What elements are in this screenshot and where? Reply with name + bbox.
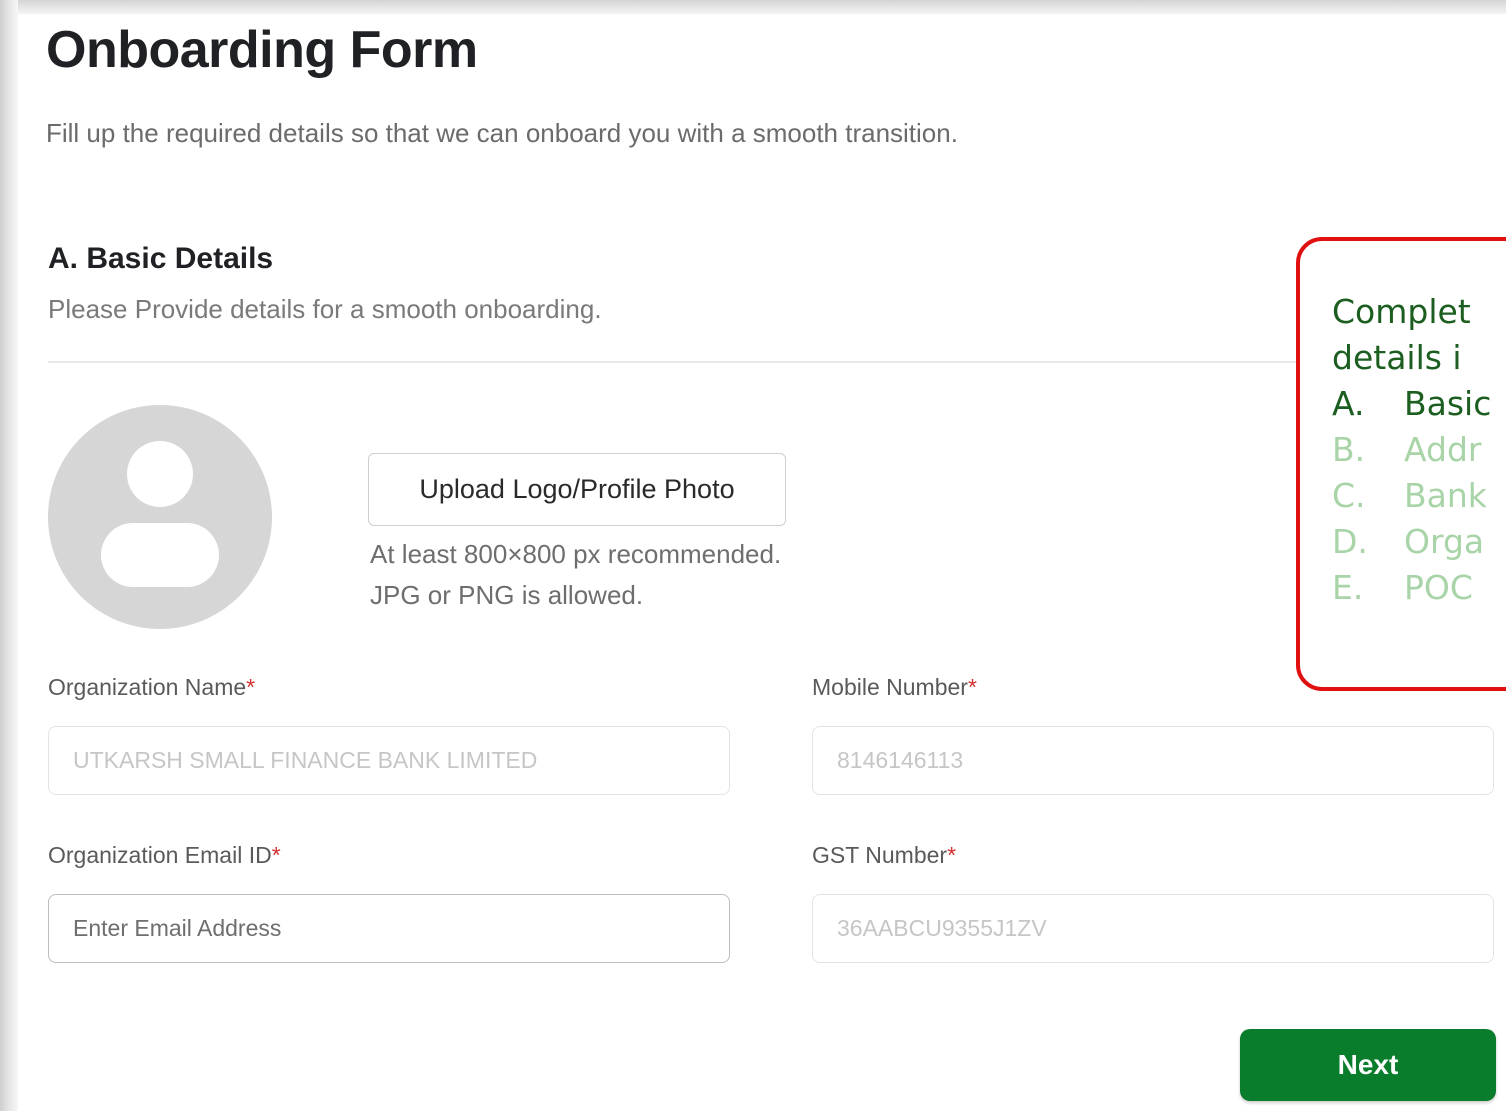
org-email-input[interactable] <box>48 894 730 963</box>
required-marker: * <box>967 674 977 700</box>
step-item-organization: D. Orga <box>1332 519 1506 565</box>
section-divider <box>48 361 1348 363</box>
step-letter: E. <box>1332 568 1364 607</box>
org-email-label: Organization Email ID* <box>48 842 281 869</box>
upload-format-hint: JPG or PNG is allowed. <box>370 580 644 610</box>
required-marker: * <box>246 674 256 700</box>
step-text: Bank <box>1404 476 1487 515</box>
required-marker: * <box>947 842 957 868</box>
org-name-label: Organization Name* <box>48 674 255 701</box>
required-marker: * <box>271 842 281 868</box>
upload-size-hint: At least 800×800 px recommended. <box>370 539 782 569</box>
gst-number-input[interactable] <box>812 894 1494 963</box>
onboarding-form-page: Onboarding Form Fill up the required det… <box>18 14 1506 1111</box>
org-name-input[interactable] <box>48 726 730 795</box>
gst-number-label-text: GST Number <box>812 842 948 868</box>
step-text: POC <box>1404 568 1473 607</box>
step-item-poc: E. POC <box>1332 565 1506 611</box>
step-item-basic: A. Basic <box>1332 381 1506 427</box>
steps-callout: Complet details i A. Basic B. Addr C. Bank … <box>1296 237 1506 691</box>
mobile-number-label: Mobile Number* <box>812 674 977 701</box>
step-letter: C. <box>1332 476 1366 515</box>
org-email-label-text: Organization Email ID <box>48 842 272 868</box>
gst-number-label: GST Number* <box>812 842 956 869</box>
step-letter: A. <box>1332 384 1365 423</box>
step-text: Addr <box>1404 430 1482 469</box>
page-title: Onboarding Form <box>46 21 478 79</box>
mobile-number-label-text: Mobile Number <box>812 674 968 700</box>
section-description: Please Provide details for a smooth onbo… <box>48 294 602 324</box>
step-item-address: B. Addr <box>1332 427 1506 473</box>
avatar-placeholder-icon <box>48 405 272 629</box>
step-item-bank: C. Bank <box>1332 473 1506 519</box>
window-frame-left <box>0 0 18 1111</box>
step-letter: D. <box>1332 522 1368 561</box>
callout-line-1: Complet <box>1332 292 1471 331</box>
org-name-label-text: Organization Name <box>48 674 247 700</box>
steps-list: A. Basic B. Addr C. Bank D. Orga E. POC <box>1332 381 1506 611</box>
avatar-body-shape <box>101 523 219 587</box>
step-text: Basic <box>1404 384 1492 423</box>
step-letter: B. <box>1332 430 1366 469</box>
avatar-head-shape <box>127 441 193 507</box>
window-frame-top <box>0 0 1506 14</box>
step-text: Orga <box>1404 522 1485 561</box>
mobile-number-input[interactable] <box>812 726 1494 795</box>
page-subtitle: Fill up the required details so that we … <box>46 118 958 148</box>
section-title: A. Basic Details <box>48 242 274 275</box>
upload-logo-button[interactable]: Upload Logo/Profile Photo <box>368 453 786 526</box>
next-button[interactable]: Next <box>1240 1029 1496 1101</box>
callout-line-2: details i <box>1332 338 1462 377</box>
